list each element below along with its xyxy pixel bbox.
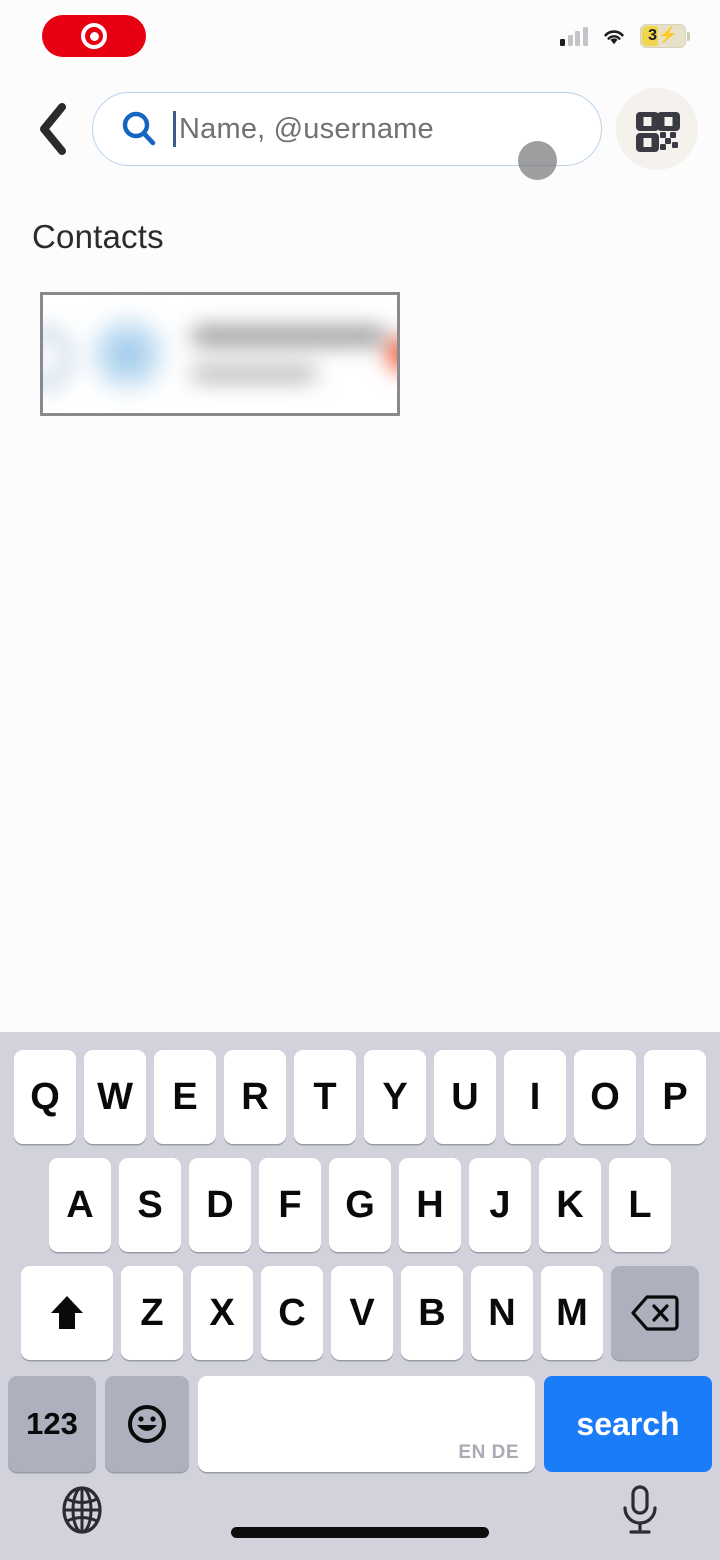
key-e[interactable]: E [154,1050,216,1144]
key-w[interactable]: W [84,1050,146,1144]
key-n[interactable]: N [471,1266,533,1360]
contact-text [191,327,387,381]
battery-level-label: 3 [648,27,657,44]
qr-code-button[interactable] [616,88,698,170]
backspace-icon [631,1295,679,1331]
emoji-smiley-icon [128,1405,166,1443]
status-icons: 3 ⚡ [560,24,690,48]
key-o[interactable]: O [574,1050,636,1144]
search-icon [122,111,156,146]
globe-icon [62,1485,102,1534]
space-key[interactable]: EN DE [198,1376,535,1472]
key-f[interactable]: F [259,1158,321,1252]
contact-list-item[interactable] [40,292,400,416]
key-a[interactable]: A [49,1158,111,1252]
key-j[interactable]: J [469,1158,531,1252]
microphone-button[interactable] [616,1483,664,1542]
shift-key[interactable] [21,1266,113,1360]
screen-recording-indicator[interactable] [42,15,146,57]
key-z[interactable]: Z [121,1266,183,1360]
text-caret [173,111,176,147]
chevron-left-icon [40,103,66,155]
keyboard-row-2: A S D F G H J K L [0,1144,720,1252]
key-y[interactable]: Y [364,1050,426,1144]
search-header: Name, @username [0,86,720,180]
globe-button[interactable] [56,1484,108,1541]
search-input[interactable]: Name, @username [92,92,602,180]
battery-charging-icon: ⚡ [657,27,677,44]
selection-arc-icon [43,329,69,387]
home-indicator [231,1527,489,1538]
keyboard-bottom-bar [0,1464,720,1560]
space-language-label: EN DE [458,1442,519,1463]
key-t[interactable]: T [294,1050,356,1144]
battery-indicator: 3 ⚡ [639,24,690,48]
key-m[interactable]: M [541,1266,603,1360]
shift-arrow-icon [51,1296,83,1329]
key-r[interactable]: R [224,1050,286,1144]
status-badge [387,337,397,371]
search-return-key[interactable]: search [544,1376,712,1472]
cellular-signal-icon [560,26,588,46]
keyboard-row-4: 123 EN DE search [0,1360,720,1472]
contact-username-redacted [191,367,317,381]
back-button[interactable] [22,98,84,160]
numeric-key[interactable]: 123 [8,1376,96,1472]
key-v[interactable]: V [331,1266,393,1360]
keyboard-row-3: Z X C V B N M [0,1252,720,1360]
key-u[interactable]: U [434,1050,496,1144]
avatar [91,317,165,391]
contact-redacted-content [43,295,397,413]
record-ring-icon [81,23,107,49]
microphone-icon [623,1484,657,1534]
phone-screen: 3 ⚡ Name, @username Contacts Q W E R T Y… [0,0,720,1560]
key-h[interactable]: H [399,1158,461,1252]
key-l[interactable]: L [609,1158,671,1252]
contact-name-redacted [191,327,387,345]
on-screen-keyboard: Q W E R T Y U I O P A S D F G H J K L Z … [0,1032,720,1560]
touch-indicator [518,141,557,180]
status-bar: 3 ⚡ [0,0,720,72]
key-c[interactable]: C [261,1266,323,1360]
key-k[interactable]: K [539,1158,601,1252]
backspace-key[interactable] [611,1266,699,1360]
record-dot-icon [89,31,99,41]
key-b[interactable]: B [401,1266,463,1360]
search-placeholder: Name, @username [179,112,434,145]
key-x[interactable]: X [191,1266,253,1360]
qr-code-icon [636,112,680,152]
wifi-icon [603,30,624,45]
key-d[interactable]: D [189,1158,251,1252]
keyboard-row-1: Q W E R T Y U I O P [0,1032,720,1144]
key-i[interactable]: I [504,1050,566,1144]
key-s[interactable]: S [119,1158,181,1252]
key-g[interactable]: G [329,1158,391,1252]
section-title-contacts: Contacts [32,218,164,255]
key-q[interactable]: Q [14,1050,76,1144]
emoji-key[interactable] [105,1376,189,1472]
key-p[interactable]: P [644,1050,706,1144]
